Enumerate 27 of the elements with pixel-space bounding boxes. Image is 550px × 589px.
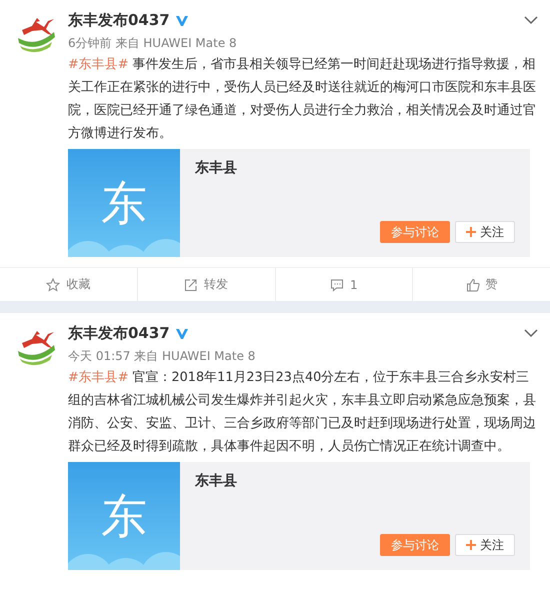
topic-card[interactable]: 东 东丰县 参与讨论 关注 xyxy=(68,462,530,570)
share-icon xyxy=(184,278,198,292)
card-title: 东丰县 xyxy=(195,159,238,177)
chevron-down-icon[interactable] xyxy=(524,16,538,24)
author-name[interactable]: 东丰发布0437 xyxy=(68,10,170,30)
topic-card[interactable]: 东 东丰县 参与讨论 关注 xyxy=(68,149,530,257)
chevron-down-icon[interactable] xyxy=(524,328,538,338)
topic-thumbnail: 东 xyxy=(68,462,180,570)
post-text: #东丰县# 官宣：2018年11月23日23点40分左右，位于东丰县三合乡永安村三组的吉林省江城机械公司发生爆炸并引起火灾，东丰县立即启动紧急应急预案，县消防、公安、安监、卫计、三合乡政府等部门已及时赶到现场进行处置，现场周边群众已经及时得到疏散，具体事件起因不明，人员伤亡情况正在统计调查中。 xyxy=(68,369,537,456)
star-icon xyxy=(46,278,60,292)
post-text: #东丰县# 事件发生后，省市县相关领导已经第一时间赶赴现场进行指导救援，相关工作正在紧张的进行中，受伤人员已经及时送往就近的梅河口市医院和东丰县医院，医院已经开通了绿色通道，对受伤人员进行全力救治，相关情况会及时通过官方微博进行发布。 xyxy=(68,56,537,143)
topic-link[interactable]: #东丰县# xyxy=(68,370,128,385)
star-action[interactable]: 收藏 xyxy=(0,268,137,301)
plus-icon xyxy=(466,227,476,237)
card-title: 东丰县 xyxy=(195,472,238,490)
comment-icon xyxy=(330,278,344,292)
post-meta: 6分钟前 来自 HUAWEI Mate 8 xyxy=(68,35,238,52)
follow-button[interactable]: 关注 xyxy=(455,221,515,243)
topic-thumbnail: 东 xyxy=(68,149,180,257)
author-name[interactable]: 东丰发布0437 xyxy=(68,324,170,342)
follow-button[interactable]: 关注 xyxy=(455,534,515,556)
post-meta: 今天 01:57 来自 HUAWEI Mate 8 xyxy=(68,348,256,365)
like-icon xyxy=(466,278,480,292)
discuss-button[interactable]: 参与讨论 xyxy=(380,221,450,243)
topic-link[interactable]: #东丰县# xyxy=(68,57,128,72)
plus-icon xyxy=(466,540,476,550)
discuss-button[interactable]: 参与讨论 xyxy=(380,534,450,556)
